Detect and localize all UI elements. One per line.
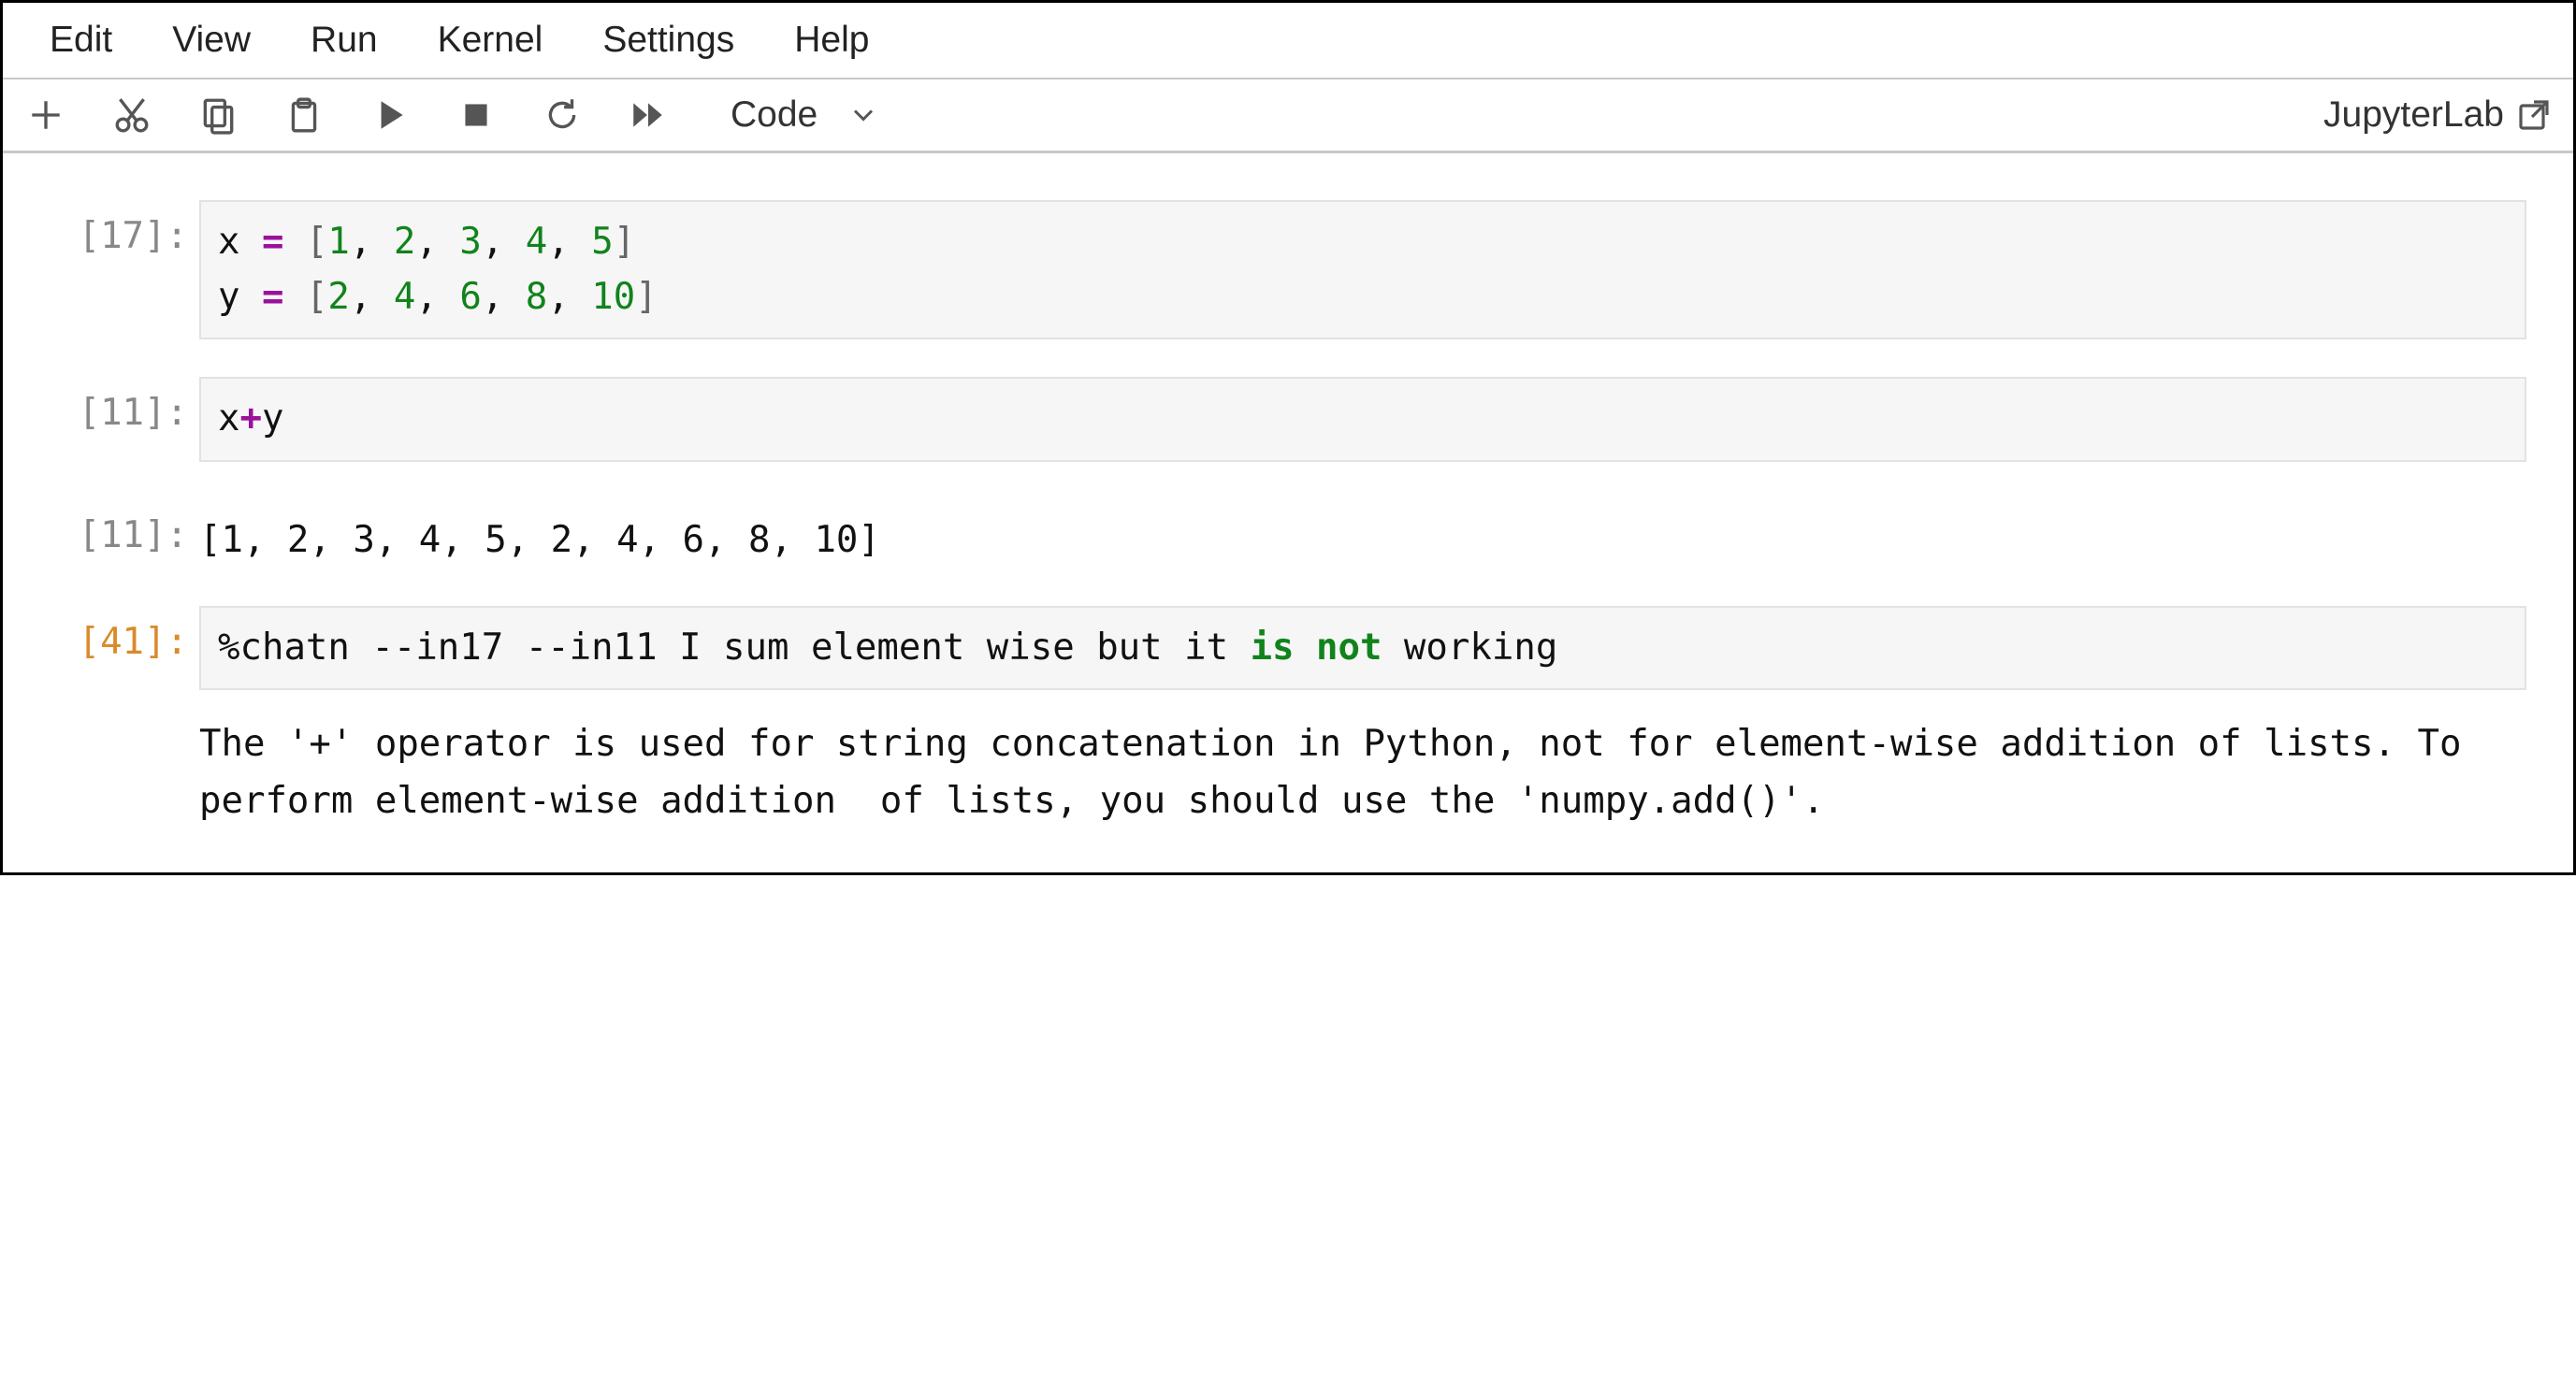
paste-icon: [284, 95, 324, 135]
copy-cell-button[interactable]: [195, 93, 240, 137]
brand-label: JupyterLab: [2323, 94, 2504, 136]
cell-prompt: [41]:: [3, 606, 199, 663]
stop-icon: [456, 95, 496, 135]
cell-body: x+y: [199, 377, 2526, 462]
menu-view[interactable]: View: [172, 20, 251, 61]
code-token: =: [262, 221, 283, 263]
code-token: ,: [547, 276, 591, 318]
cell-prompt: [11]:: [3, 499, 199, 556]
cell: [11]:[1, 2, 3, 4, 5, 2, 4, 6, 8, 10]: [3, 499, 2554, 569]
chevron-down-icon: [849, 101, 877, 129]
code-input[interactable]: x+y: [199, 377, 2526, 462]
code-token: 8: [526, 276, 547, 318]
cell-output-text: The '+' operator is used for string conc…: [199, 690, 2526, 829]
code-token: 2: [327, 276, 349, 318]
code-token: is not: [1251, 626, 1382, 669]
notebook-window: Edit View Run Kernel Settings Help: [0, 0, 2576, 875]
code-token: %chatn --in17 --in11 I sum element wise …: [218, 626, 1251, 669]
code-token: ,: [350, 276, 394, 318]
code-token: ,: [547, 221, 591, 263]
menu-run[interactable]: Run: [311, 20, 378, 61]
menubar: Edit View Run Kernel Settings Help: [3, 3, 2573, 79]
code-token: 3: [459, 221, 481, 263]
cell: [17]:x = [1, 2, 3, 4, 5] y = [2, 4, 6, 8…: [3, 200, 2554, 339]
play-icon: [370, 95, 410, 135]
cell-prompt: [17]:: [3, 200, 199, 257]
code-token: ,: [350, 221, 394, 263]
stop-kernel-button[interactable]: [454, 93, 499, 137]
menu-edit[interactable]: Edit: [50, 20, 112, 61]
code-token: ,: [482, 221, 526, 263]
fast-forward-icon: [629, 95, 668, 135]
run-cell-button[interactable]: [368, 93, 412, 137]
toolbar: Code JupyterLab: [3, 79, 2573, 153]
menu-settings[interactable]: Settings: [602, 20, 734, 61]
code-token: 6: [459, 276, 481, 318]
cell-type-label: Code: [731, 94, 818, 136]
code-token: x: [218, 221, 262, 263]
code-token: 10: [591, 276, 635, 318]
code-token: [283, 221, 305, 263]
code-token: [: [306, 221, 327, 263]
add-cell-button[interactable]: [23, 93, 68, 137]
cell-output: [1, 2, 3, 4, 5, 2, 4, 6, 8, 10]: [199, 499, 2526, 569]
code-token: ,: [482, 276, 526, 318]
code-token: [: [306, 276, 327, 318]
menu-kernel[interactable]: Kernel: [438, 20, 543, 61]
run-all-button[interactable]: [626, 93, 671, 137]
brand-link[interactable]: JupyterLab: [2323, 94, 2553, 136]
code-token: x: [218, 397, 239, 439]
code-token: 1: [327, 221, 349, 263]
code-token: ]: [635, 276, 657, 318]
cell-prompt: [11]:: [3, 377, 199, 434]
code-token: ]: [614, 221, 635, 263]
cell-body: %chatn --in17 --in11 I sum element wise …: [199, 606, 2526, 829]
plus-icon: [26, 95, 65, 135]
code-token: 4: [394, 276, 415, 318]
code-token: 5: [591, 221, 613, 263]
code-token: 4: [526, 221, 547, 263]
code-token: ,: [415, 221, 459, 263]
cell: [11]:x+y: [3, 377, 2554, 462]
code-token: ,: [415, 276, 459, 318]
copy-icon: [198, 95, 238, 135]
menu-help[interactable]: Help: [794, 20, 869, 61]
restart-kernel-button[interactable]: [540, 93, 585, 137]
code-token: y: [218, 276, 262, 318]
cell-type-select[interactable]: Code: [731, 94, 877, 136]
code-token: y: [262, 397, 283, 439]
cut-icon: [112, 95, 152, 135]
cut-cell-button[interactable]: [109, 93, 154, 137]
notebook-area: [17]:x = [1, 2, 3, 4, 5] y = [2, 4, 6, 8…: [3, 153, 2573, 872]
cell-body: [1, 2, 3, 4, 5, 2, 4, 6, 8, 10]: [199, 499, 2526, 569]
cell-body: x = [1, 2, 3, 4, 5] y = [2, 4, 6, 8, 10]: [199, 200, 2526, 339]
paste-cell-button[interactable]: [282, 93, 326, 137]
code-token: 2: [394, 221, 415, 263]
code-input[interactable]: %chatn --in17 --in11 I sum element wise …: [199, 606, 2526, 691]
external-link-icon: [2515, 96, 2553, 134]
code-token: +: [239, 397, 261, 439]
code-token: =: [262, 276, 283, 318]
code-input[interactable]: x = [1, 2, 3, 4, 5] y = [2, 4, 6, 8, 10]: [199, 200, 2526, 339]
code-token: working: [1382, 626, 1557, 669]
code-token: [283, 276, 305, 318]
restart-icon: [543, 95, 582, 135]
cell: [41]: %chatn --in17 --in11 I sum element …: [3, 606, 2554, 829]
